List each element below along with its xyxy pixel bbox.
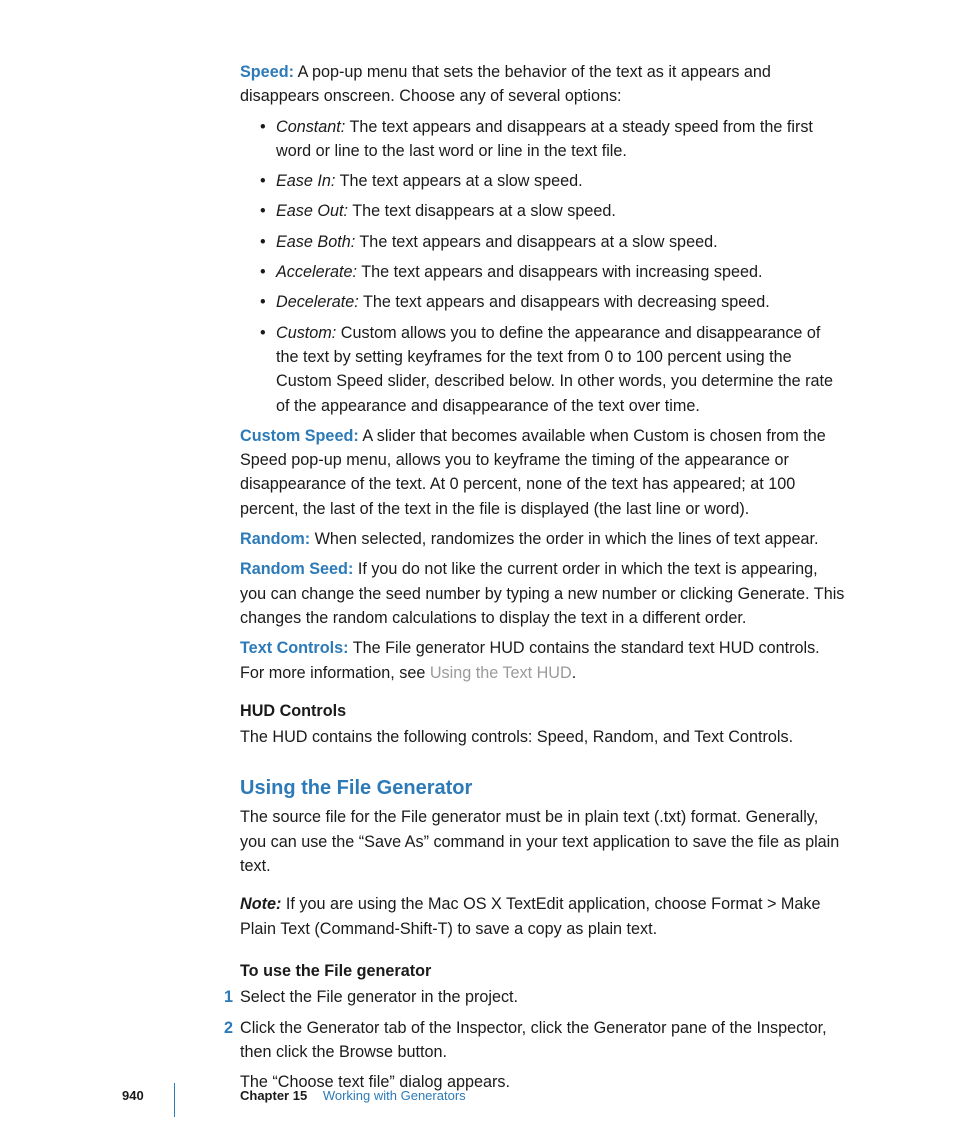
- hud-body: The HUD contains the following controls:…: [240, 725, 846, 749]
- page-footer: 940 Chapter 15 Working with Generators: [0, 1077, 954, 1105]
- page-number: 940: [122, 1086, 144, 1106]
- desc-text-controls-post: .: [572, 664, 577, 682]
- term-custom: Custom:: [276, 324, 336, 342]
- label-text-controls: Text Controls:: [240, 639, 349, 657]
- note-body: If you are using the Mac OS X TextEdit a…: [240, 895, 820, 937]
- option-constant: Constant: The text appears and disappear…: [260, 115, 846, 164]
- option-ease-both: Ease Both: The text appears and disappea…: [260, 230, 846, 254]
- label-custom-speed: Custom Speed:: [240, 427, 359, 445]
- note-label: Note:: [240, 895, 281, 913]
- desc-constant-text: The text appears and disappears at a ste…: [276, 118, 813, 160]
- chapter-label: Chapter 15 Working with Generators: [240, 1086, 466, 1106]
- step-number-1: 1: [224, 985, 233, 1009]
- desc-custom: Custom allows you to define the appearan…: [276, 324, 833, 415]
- option-custom: Custom: Custom allows you to define the …: [260, 321, 846, 418]
- speed-options-list: Constant: The text appears and disappear…: [240, 115, 846, 418]
- task-heading: To use the File generator: [240, 959, 846, 983]
- footer-rule: [174, 1083, 175, 1117]
- term-decelerate: Decelerate:: [276, 293, 359, 311]
- step-number-2: 2: [224, 1016, 233, 1040]
- desc-accelerate: The text appears and disappears with inc…: [361, 263, 762, 281]
- step-1: 1 Select the File generator in the proje…: [240, 985, 846, 1009]
- param-text-controls: Text Controls: The File generator HUD co…: [240, 636, 846, 685]
- term-ease-in: Ease In:: [276, 172, 335, 190]
- step-2-text: Click the Generator tab of the Inspector…: [240, 1019, 827, 1061]
- term-ease-out: Ease Out:: [276, 202, 348, 220]
- option-decelerate: Decelerate: The text appears and disappe…: [260, 290, 846, 314]
- param-random: Random: When selected, randomizes the or…: [240, 527, 846, 551]
- label-random: Random:: [240, 530, 310, 548]
- desc-speed-text: A pop-up menu that sets the behavior of …: [240, 63, 771, 105]
- section-intro: The source file for the File generator m…: [240, 805, 846, 878]
- desc-ease-in: The text appears at a slow speed.: [340, 172, 583, 190]
- chapter-title: Working with Generators: [323, 1088, 466, 1103]
- chapter-number: Chapter 15: [240, 1088, 307, 1103]
- heading-using-file-generator: Using the File Generator: [240, 773, 846, 803]
- option-ease-in: Ease In: The text appears at a slow spee…: [260, 169, 846, 193]
- heading-hud-controls: HUD Controls: [240, 699, 846, 723]
- desc-ease-both: The text appears and disappears at a slo…: [359, 233, 717, 251]
- link-using-text-hud[interactable]: Using the Text HUD: [430, 664, 572, 682]
- label-speed: Speed:: [240, 63, 294, 81]
- param-random-seed: Random Seed: If you do not like the curr…: [240, 557, 846, 630]
- desc-ease-out: The text disappears at a slow speed.: [352, 202, 616, 220]
- label-random-seed: Random Seed:: [240, 560, 353, 578]
- section-note: Note: If you are using the Mac OS X Text…: [240, 892, 846, 941]
- param-speed: Speed: A pop-up menu that sets the behav…: [240, 60, 846, 418]
- option-ease-out: Ease Out: The text disappears at a slow …: [260, 199, 846, 223]
- term-ease-both: Ease Both:: [276, 233, 355, 251]
- term-constant: Constant:: [276, 118, 345, 136]
- desc-random: When selected, randomizes the order in w…: [315, 530, 819, 548]
- term-accelerate: Accelerate:: [276, 263, 357, 281]
- page: Speed: A pop-up menu that sets the behav…: [0, 0, 954, 1145]
- param-custom-speed: Custom Speed: A slider that becomes avai…: [240, 424, 846, 521]
- step-1-text: Select the File generator in the project…: [240, 988, 518, 1006]
- option-accelerate: Accelerate: The text appears and disappe…: [260, 260, 846, 284]
- desc-decelerate: The text appears and disappears with dec…: [363, 293, 770, 311]
